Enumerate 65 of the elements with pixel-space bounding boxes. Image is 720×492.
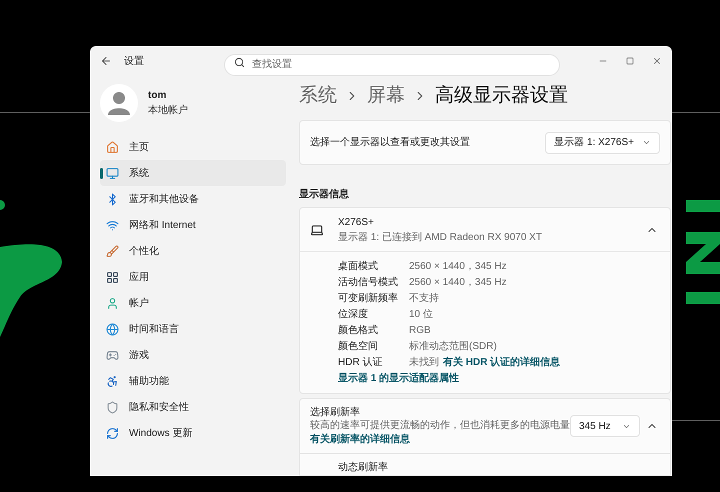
sidebar-item[interactable]: 主页 bbox=[100, 134, 286, 160]
maximize-icon[interactable] bbox=[626, 57, 634, 65]
account-type: 本地帐户 bbox=[148, 104, 188, 118]
detail-label: HDR 认证 bbox=[338, 356, 384, 370]
detail-value: 未找到 bbox=[409, 356, 439, 370]
refresh-rate-description: 较高的速率可提供更流畅的动作，但也消耗更多的电源电量 bbox=[310, 420, 570, 432]
sidebar-item[interactable]: 应用 bbox=[100, 264, 286, 290]
display-dropdown[interactable]: 显示器 1: X276S+ bbox=[545, 132, 660, 154]
search-field[interactable]: 查找设置 bbox=[224, 54, 560, 76]
sidebar-item[interactable]: Windows 更新 bbox=[100, 420, 286, 446]
back-icon[interactable] bbox=[100, 55, 112, 67]
detail-value: 不支持 bbox=[409, 292, 439, 306]
window-title: 设置 bbox=[124, 54, 144, 68]
person-silhouette-icon bbox=[108, 91, 130, 115]
monitor-subtitle: 显示器 1: 已连接到 AMD Radeon RX 9070 XT bbox=[338, 230, 542, 244]
detail-value: RGB bbox=[409, 324, 431, 338]
refresh-rate-link[interactable]: 有关刷新率的详细信息 bbox=[310, 432, 570, 447]
breadcrumb-link[interactable]: 系统 bbox=[299, 82, 337, 110]
detail-value: 2560 × 1440，345 Hz bbox=[409, 276, 507, 290]
detail-value: 标准动态范围(SDR) bbox=[409, 340, 497, 354]
detail-link[interactable]: 有关 HDR 认证的详细信息 bbox=[443, 354, 560, 370]
detail-value: 10 位 bbox=[409, 308, 433, 322]
sidebar-item[interactable]: 个性化 bbox=[100, 238, 286, 264]
detail-label: 桌面模式 bbox=[338, 260, 379, 274]
detail-label: 颜色格式 bbox=[338, 324, 379, 338]
sidebar-item[interactable]: 游戏 bbox=[100, 342, 286, 368]
sidebar-item[interactable]: 网络和 Internet bbox=[100, 212, 286, 238]
shield-icon bbox=[106, 400, 119, 414]
gamepad-icon bbox=[106, 348, 119, 362]
search-icon bbox=[234, 56, 245, 68]
user-icon bbox=[106, 296, 119, 310]
adapter-properties-link[interactable]: 显示器 1 的显示适配器属性 bbox=[338, 370, 670, 387]
refresh-rate-dropdown[interactable]: 345 Hz bbox=[570, 415, 640, 437]
page-title: 高级显示器设置 bbox=[435, 84, 568, 108]
sidebar-item[interactable]: 时间和语言 bbox=[100, 316, 286, 342]
globe-icon bbox=[106, 322, 119, 336]
chevron-down-icon bbox=[642, 138, 651, 147]
account-name: tom bbox=[148, 89, 168, 103]
row-label: 动态刷新率 bbox=[338, 460, 388, 475]
brush-icon bbox=[106, 244, 119, 258]
sidebar-item[interactable]: 辅助功能 bbox=[100, 368, 286, 394]
monitor-icon bbox=[106, 166, 119, 180]
breadcrumb-link[interactable]: 屏幕 bbox=[367, 82, 405, 110]
detail-label: 活动信号模式 bbox=[338, 276, 399, 290]
detail-value: 2560 × 1440，345 Hz bbox=[409, 260, 507, 274]
apps-icon bbox=[106, 270, 119, 284]
wifi-icon bbox=[106, 218, 119, 232]
refresh-icon bbox=[106, 426, 119, 440]
sidebar-item[interactable]: 隐私和安全性 bbox=[100, 394, 286, 420]
laptop-icon bbox=[310, 222, 324, 236]
bluetooth-icon bbox=[106, 192, 119, 206]
home-icon bbox=[106, 140, 119, 154]
accessibility-icon bbox=[106, 374, 119, 388]
close-icon[interactable] bbox=[652, 56, 662, 66]
monitor-name: X276S+ bbox=[338, 216, 375, 230]
detail-label: 可变刷新频率 bbox=[338, 292, 399, 306]
selection-indicator bbox=[100, 168, 103, 179]
refresh-rate-title: 选择刷新率 bbox=[310, 406, 361, 420]
detail-label: 位深度 bbox=[338, 308, 369, 322]
detail-label: 颜色空间 bbox=[338, 340, 379, 354]
display-select-label: 选择一个显示器以查看或更改其设置 bbox=[310, 136, 470, 150]
sidebar-item[interactable]: 蓝牙和其他设备 bbox=[100, 186, 286, 212]
section-heading: 显示器信息 bbox=[299, 188, 350, 202]
sidebar-item[interactable]: 系统 bbox=[100, 160, 286, 186]
sidebar-item[interactable]: 帐户 bbox=[100, 290, 286, 316]
